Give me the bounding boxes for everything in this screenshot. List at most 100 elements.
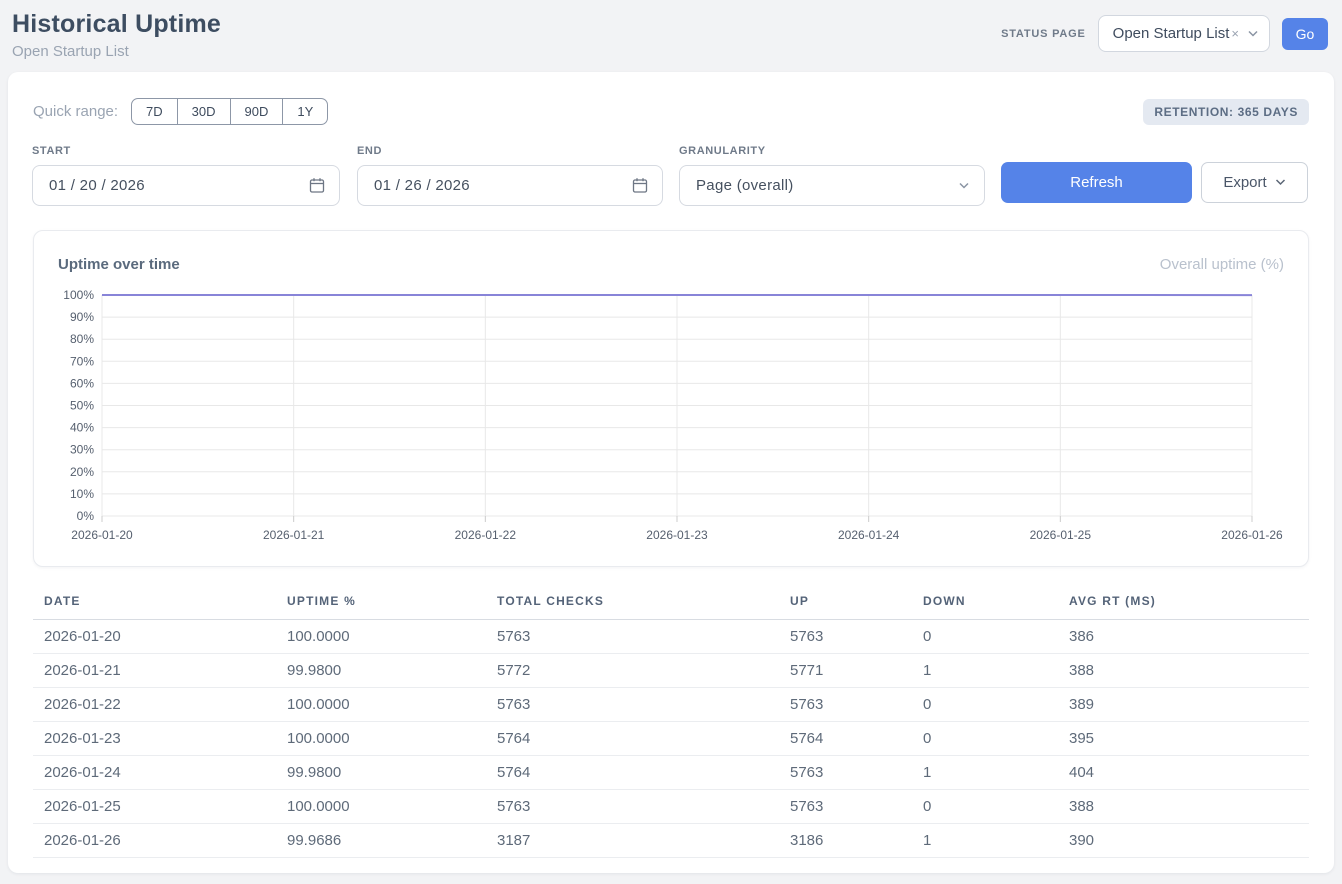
table-cell: 5763 — [486, 790, 779, 824]
svg-text:2026-01-23: 2026-01-23 — [646, 528, 708, 542]
end-date-value: 01 / 26 / 2026 — [374, 177, 470, 194]
column-header: TOTAL CHECKS — [486, 586, 779, 620]
table-cell: 386 — [1058, 620, 1309, 654]
status-page-selected-value: Open Startup List — [1113, 25, 1230, 42]
table-cell: 100.0000 — [276, 688, 486, 722]
quick-range-label: Quick range: — [33, 103, 118, 120]
table-cell: 0 — [912, 722, 1058, 756]
table-row: 2026-01-2499.9800576457631404 — [33, 756, 1309, 790]
table-cell: 2026-01-26 — [33, 824, 276, 858]
quick-range-1y[interactable]: 1Y — [283, 98, 328, 125]
table-cell: 3187 — [486, 824, 779, 858]
table-cell: 3186 — [779, 824, 912, 858]
svg-text:2026-01-26: 2026-01-26 — [1221, 528, 1283, 542]
uptime-table: DATEUPTIME %TOTAL CHECKSUPDOWNAVG RT (MS… — [33, 586, 1309, 858]
granularity-label: GRANULARITY — [679, 145, 985, 157]
table-cell: 388 — [1058, 654, 1309, 688]
table-cell: 404 — [1058, 756, 1309, 790]
table-cell: 5764 — [779, 722, 912, 756]
table-cell: 0 — [912, 790, 1058, 824]
table-cell: 2026-01-21 — [33, 654, 276, 688]
table-row: 2026-01-2699.9686318731861390 — [33, 824, 1309, 858]
table-cell: 5772 — [486, 654, 779, 688]
quick-range-group: 7D30D90D1Y — [131, 98, 328, 125]
start-date-group: START 01 / 20 / 2026 — [32, 145, 340, 206]
uptime-chart-card: Uptime over time Overall uptime (%) 0%10… — [33, 230, 1309, 567]
quick-range-7d[interactable]: 7D — [131, 98, 178, 125]
status-page-select[interactable]: Open Startup List × — [1098, 15, 1270, 52]
svg-text:2026-01-21: 2026-01-21 — [263, 528, 325, 542]
export-button-label: Export — [1223, 174, 1266, 191]
table-row: 2026-01-22100.0000576357630389 — [33, 688, 1309, 722]
column-header: UPTIME % — [276, 586, 486, 620]
granularity-selected-value: Page (overall) — [696, 177, 794, 194]
table-cell: 1 — [912, 654, 1058, 688]
table-cell: 0 — [912, 688, 1058, 722]
svg-text:70%: 70% — [70, 354, 94, 368]
table-cell: 1 — [912, 824, 1058, 858]
uptime-line-chart: 0%10%20%30%40%50%60%70%80%90%100%2026-01… — [34, 281, 1308, 561]
main-card: Quick range: 7D30D90D1Y RETENTION: 365 D… — [8, 72, 1334, 873]
go-button[interactable]: Go — [1282, 18, 1328, 50]
table-cell: 5763 — [486, 688, 779, 722]
svg-text:80%: 80% — [70, 332, 94, 346]
table-cell: 99.9800 — [276, 756, 486, 790]
quick-range-30d[interactable]: 30D — [178, 98, 231, 125]
column-header: DOWN — [912, 586, 1058, 620]
column-header: AVG RT (MS) — [1058, 586, 1309, 620]
svg-text:2026-01-22: 2026-01-22 — [455, 528, 517, 542]
table-cell: 5763 — [779, 790, 912, 824]
status-page-label: STATUS PAGE — [1001, 28, 1086, 40]
quick-range-90d[interactable]: 90D — [231, 98, 284, 125]
svg-text:20%: 20% — [70, 465, 94, 479]
granularity-group: GRANULARITY Page (overall) — [679, 145, 985, 206]
page-title: Historical Uptime — [12, 10, 221, 39]
quick-range-row: Quick range: 7D30D90D1Y — [33, 98, 328, 125]
chevron-down-icon — [1247, 30, 1259, 38]
table-cell: 100.0000 — [276, 722, 486, 756]
table-cell: 5764 — [486, 722, 779, 756]
table-cell: 2026-01-24 — [33, 756, 276, 790]
column-header: UP — [779, 586, 912, 620]
table-cell: 2026-01-23 — [33, 722, 276, 756]
table-row: 2026-01-2199.9800577257711388 — [33, 654, 1309, 688]
table-cell: 5763 — [486, 620, 779, 654]
table-row: 2026-01-23100.0000576457640395 — [33, 722, 1309, 756]
table-cell: 5763 — [779, 756, 912, 790]
page-header: Historical Uptime Open Startup List — [12, 10, 221, 60]
table-cell: 388 — [1058, 790, 1309, 824]
end-date-label: END — [357, 145, 663, 157]
clear-selection-icon[interactable]: × — [1231, 26, 1239, 41]
svg-text:60%: 60% — [70, 376, 94, 390]
column-header: DATE — [33, 586, 276, 620]
export-button[interactable]: Export — [1201, 162, 1308, 203]
svg-text:40%: 40% — [70, 421, 94, 435]
chart-legend: Overall uptime (%) — [1160, 256, 1284, 273]
table-cell: 2026-01-25 — [33, 790, 276, 824]
table-cell: 2026-01-20 — [33, 620, 276, 654]
table-cell: 5771 — [779, 654, 912, 688]
table-cell: 389 — [1058, 688, 1309, 722]
start-date-input[interactable]: 01 / 20 / 2026 — [32, 165, 340, 206]
table-cell: 5763 — [779, 620, 912, 654]
granularity-select[interactable]: Page (overall) — [679, 165, 985, 206]
calendar-icon[interactable] — [632, 177, 648, 194]
table-cell: 100.0000 — [276, 790, 486, 824]
calendar-icon[interactable] — [309, 177, 325, 194]
table-row: 2026-01-25100.0000576357630388 — [33, 790, 1309, 824]
table-cell: 390 — [1058, 824, 1309, 858]
svg-text:2026-01-20: 2026-01-20 — [71, 528, 133, 542]
table-cell: 395 — [1058, 722, 1309, 756]
table-cell: 99.9686 — [276, 824, 486, 858]
svg-text:100%: 100% — [63, 288, 94, 302]
start-date-label: START — [32, 145, 340, 157]
refresh-button[interactable]: Refresh — [1001, 162, 1192, 203]
table-row: 2026-01-20100.0000576357630386 — [33, 620, 1309, 654]
page-subtitle: Open Startup List — [12, 43, 221, 60]
table-cell: 99.9800 — [276, 654, 486, 688]
svg-text:30%: 30% — [70, 443, 94, 457]
retention-badge: RETENTION: 365 DAYS — [1143, 99, 1309, 125]
table-cell: 2026-01-22 — [33, 688, 276, 722]
svg-text:50%: 50% — [70, 399, 94, 413]
end-date-input[interactable]: 01 / 26 / 2026 — [357, 165, 663, 206]
